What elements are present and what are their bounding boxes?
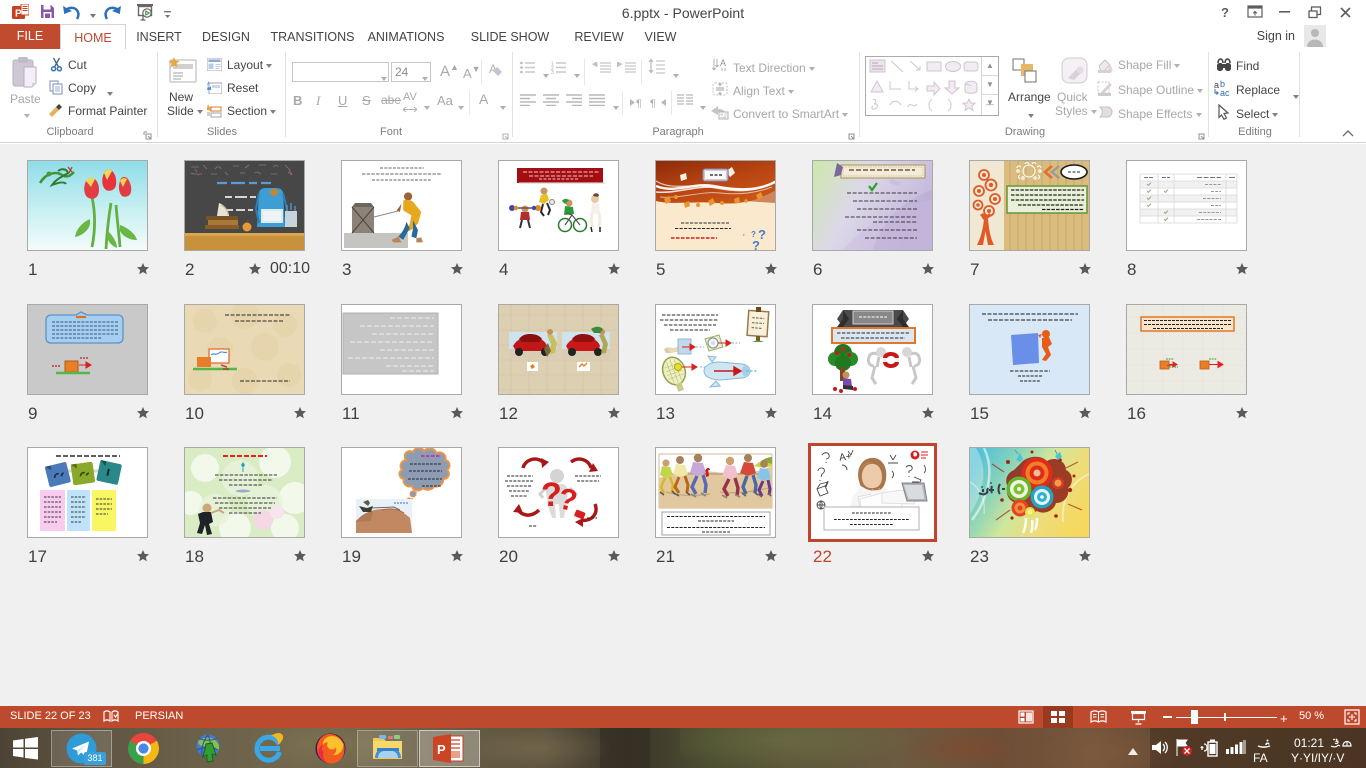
svg-text:3: 3	[551, 70, 554, 74]
svg-text:A: A	[720, 58, 726, 68]
svg-text:a: a	[1214, 80, 1219, 90]
svg-text:ac: ac	[1220, 88, 1230, 97]
svg-text:?: ?	[1221, 5, 1229, 19]
svg-text:P: P	[437, 742, 446, 757]
svg-text:A+: A+	[839, 451, 853, 464]
svg-text:?: ?	[752, 238, 760, 250]
svg-text:¶: ¶	[636, 98, 642, 108]
svg-text:¶: ¶	[650, 98, 656, 108]
